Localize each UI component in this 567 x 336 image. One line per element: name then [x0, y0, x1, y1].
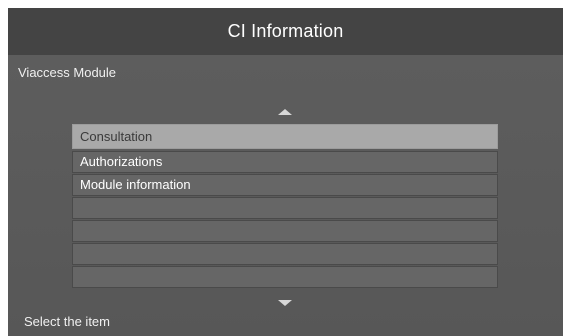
menu-item-label: Authorizations — [80, 154, 163, 169]
ci-information-screen: CI Information Viaccess Module Consultat… — [8, 8, 563, 336]
module-name: Viaccess Module — [18, 65, 117, 80]
scroll-up-arrow-icon[interactable] — [278, 109, 292, 115]
menu-item-empty — [72, 266, 498, 288]
header-bar: CI Information — [8, 8, 563, 55]
menu-item-authorizations[interactable]: Authorizations — [72, 151, 498, 173]
menu-list: Consultation Authorizations Module infor… — [72, 124, 498, 289]
menu-item-empty — [72, 243, 498, 265]
menu-item-empty — [72, 197, 498, 219]
footer-hint: Select the item — [24, 314, 110, 329]
scroll-down-arrow-icon[interactable] — [278, 300, 292, 306]
menu-item-consultation[interactable]: Consultation — [72, 124, 498, 149]
menu-item-empty — [72, 220, 498, 242]
menu-item-label: Module information — [80, 177, 191, 192]
page-title: CI Information — [227, 21, 344, 41]
menu-item-label: Consultation — [80, 129, 153, 144]
menu-item-module-information[interactable]: Module information — [72, 174, 498, 196]
